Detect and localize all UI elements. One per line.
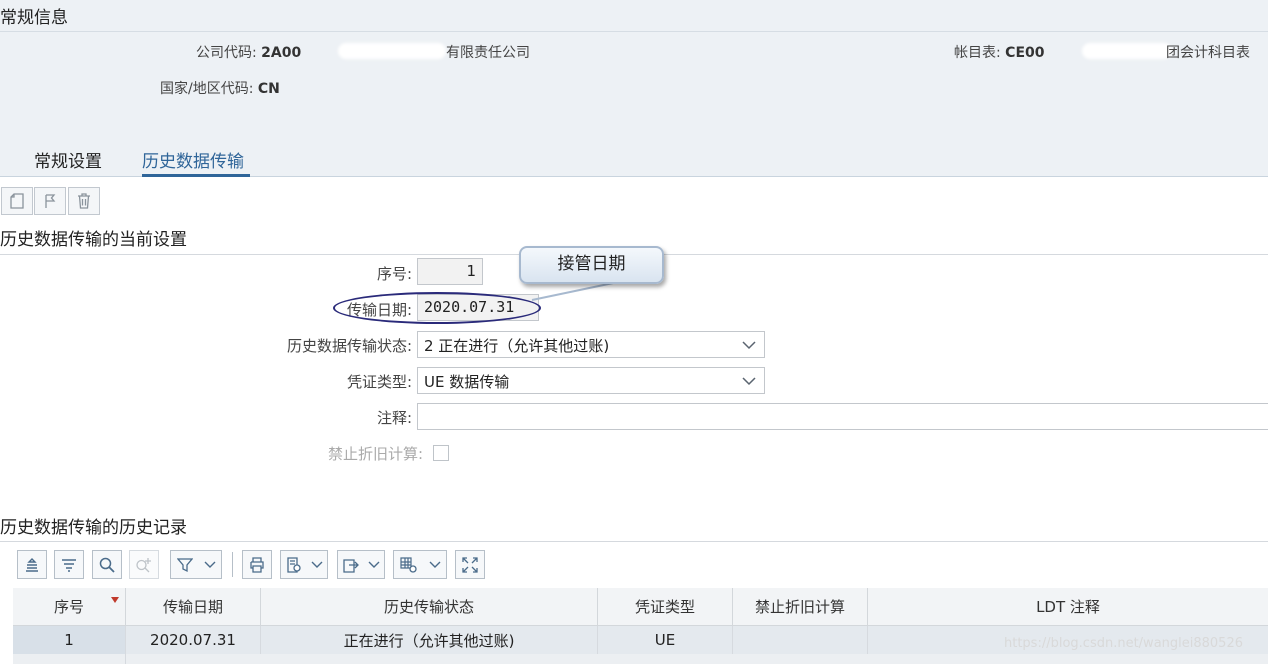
seq-field: 1 <box>417 258 483 285</box>
grid-settings-icon <box>399 556 417 573</box>
chart-of-accounts-label: 帐目表: <box>954 45 1001 61</box>
chart-of-accounts-field: 帐目表: CE00 <box>954 42 1045 62</box>
country-code-label: 国家/地区代码: <box>160 81 254 97</box>
column-header-ldt-note[interactable]: LDT 注释 <box>868 588 1268 626</box>
chevron-down-icon <box>742 377 756 386</box>
column-header-no-depr[interactable]: 禁止折旧计算 <box>733 588 868 626</box>
filter-funnel-icon <box>176 557 193 572</box>
column-header-seq-label: 序号 <box>53 598 84 616</box>
date-highlight-ellipse <box>333 292 541 324</box>
active-tab-indicator <box>142 174 250 177</box>
flag-icon <box>45 194 56 208</box>
transfer-status-select[interactable]: 2 正在进行（允许其他过账) <box>417 331 765 358</box>
filter-button[interactable] <box>170 550 222 579</box>
watermark: https://blog.csdn.net/wanglei880526 <box>1004 636 1243 651</box>
print-button[interactable] <box>242 550 272 579</box>
new-button[interactable] <box>1 187 33 215</box>
current-settings-title: 历史数据传输的当前设置 <box>0 230 187 250</box>
view-document-icon <box>286 556 301 573</box>
redacted-company-name <box>338 43 446 59</box>
general-info-header: 常规信息 公司代码: 2A00 有限责任公司 帐目表: CE00 团会计科目表 … <box>0 0 1268 177</box>
export-icon <box>342 558 359 573</box>
sort-indicator-icon <box>111 597 119 603</box>
table-cell-no-depr[interactable] <box>733 626 868 654</box>
search-next-button[interactable] <box>129 550 159 579</box>
chevron-down-icon <box>368 561 379 568</box>
table-cell-status[interactable]: 正在进行（允许其他过账) <box>261 626 598 654</box>
company-code-value: 2A00 <box>261 45 302 61</box>
company-code-field: 公司代码: 2A00 <box>196 42 301 62</box>
filter-lines-icon <box>62 558 76 572</box>
tab-general-settings[interactable]: 常规设置 <box>34 147 102 172</box>
chevron-down-icon <box>311 561 322 568</box>
no-depreciation-checkbox[interactable] <box>433 445 449 461</box>
voucher-type-label: 凭证类型: <box>346 373 412 391</box>
table-cell-date[interactable]: 2020.07.31 <box>126 626 261 654</box>
toolbar-separator <box>232 552 233 577</box>
header-title: 常规信息 <box>0 8 68 28</box>
sort-ascending-button[interactable] <box>17 550 47 579</box>
sort-ascending-icon <box>26 557 38 572</box>
column-header-date[interactable]: 传输日期 <box>126 588 261 626</box>
layout-settings-button[interactable] <box>393 550 447 579</box>
header-divider <box>0 31 1268 32</box>
table-empty-row <box>13 654 1268 664</box>
fullscreen-icon <box>462 556 478 573</box>
takeover-date-callout: 接管日期 <box>519 246 664 284</box>
trash-icon <box>78 193 90 209</box>
column-header-seq[interactable]: 序号 <box>13 588 126 626</box>
history-title: 历史数据传输的历史记录 <box>0 518 187 538</box>
chevron-down-icon <box>742 341 756 350</box>
search-plus-icon <box>136 557 151 572</box>
delete-button[interactable] <box>68 187 100 215</box>
country-code-field: 国家/地区代码: CN <box>160 78 280 98</box>
chevron-down-icon <box>204 561 215 568</box>
note-label: 注释: <box>376 409 412 427</box>
company-name: 有限责任公司 <box>446 45 530 61</box>
search-icon <box>99 557 115 573</box>
transfer-status-value: 2 正在进行（允许其他过账) <box>424 337 610 355</box>
view-button[interactable] <box>280 550 328 579</box>
export-button[interactable] <box>337 550 385 579</box>
country-code-value: CN <box>257 81 280 97</box>
voucher-type-value: UE 数据传输 <box>424 373 510 391</box>
redacted-chart-name <box>1082 43 1172 59</box>
column-header-status[interactable]: 历史传输状态 <box>261 588 598 626</box>
chevron-down-icon <box>429 561 440 568</box>
column-header-voucher[interactable]: 凭证类型 <box>598 588 733 626</box>
search-button[interactable] <box>92 550 122 579</box>
no-depreciation-label: 禁止折旧计算: <box>327 445 423 463</box>
history-table: 序号 传输日期 历史传输状态 凭证类型 禁止折旧计算 LDT 注释 1 2020… <box>13 588 1268 664</box>
table-cell-seq[interactable]: 1 <box>13 626 126 654</box>
table-cell-voucher[interactable]: UE <box>598 626 733 654</box>
chart-of-accounts-name: 团会计科目表 <box>1166 45 1250 61</box>
transfer-status-label: 历史数据传输状态: <box>286 337 412 355</box>
note-input[interactable] <box>417 403 1268 430</box>
history-divider <box>0 541 1268 542</box>
company-code-label: 公司代码: <box>196 45 257 61</box>
filter-list-button[interactable] <box>54 550 84 579</box>
tab-history-data-transfer[interactable]: 历史数据传输 <box>142 147 244 172</box>
row-separator <box>125 654 126 664</box>
chart-of-accounts-value: CE00 <box>1005 45 1045 61</box>
new-document-icon <box>10 193 24 209</box>
flag-button[interactable] <box>34 187 66 215</box>
seq-label: 序号: <box>376 265 412 283</box>
voucher-type-select[interactable]: UE 数据传输 <box>417 367 765 394</box>
printer-icon <box>250 556 264 573</box>
fullscreen-button[interactable] <box>455 550 485 579</box>
